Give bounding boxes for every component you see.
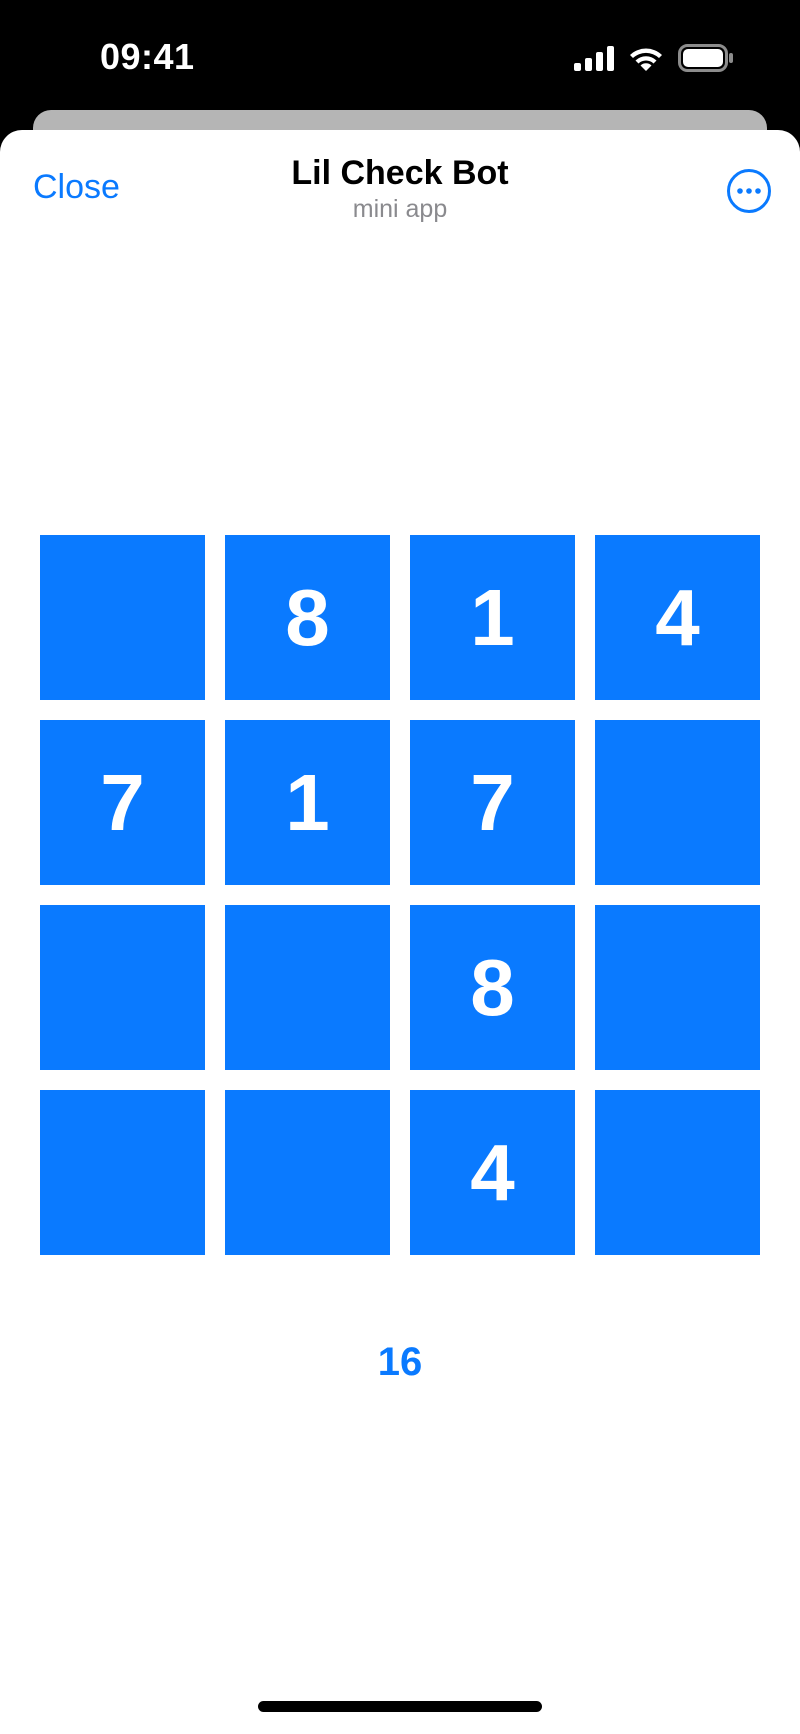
grid-tile[interactable]: 4	[410, 1090, 575, 1255]
grid-tile[interactable]: 8	[225, 535, 390, 700]
home-indicator	[258, 1701, 542, 1712]
wifi-icon	[630, 48, 662, 71]
grid-tile[interactable]: 7	[40, 720, 205, 885]
grid-tile[interactable]	[595, 720, 760, 885]
grid-tile[interactable]: 1	[410, 535, 575, 700]
grid-tile[interactable]: 8	[410, 905, 575, 1070]
phone-screen: 09:41 Close Lil Check Bot mini app 8 1 4…	[0, 0, 800, 1734]
status-time: 09:41	[100, 36, 195, 77]
app-subtitle: mini app	[352, 195, 448, 223]
app-title: Lil Check Bot	[291, 154, 509, 192]
grid-tile[interactable]	[225, 905, 390, 1070]
grid-tile[interactable]	[40, 905, 205, 1070]
grid-tile[interactable]	[40, 535, 205, 700]
grid-tile[interactable]	[595, 905, 760, 1070]
mini-app-sheet: Close Lil Check Bot mini app 81471784 16	[0, 130, 800, 1734]
score-value: 16	[377, 1340, 423, 1384]
cellular-signal-icon	[574, 46, 614, 71]
grid-tile[interactable]	[40, 1090, 205, 1255]
more-options-button[interactable]	[726, 168, 772, 214]
status-icons	[574, 44, 734, 72]
header-title-block: Lil Check Bot mini app	[0, 152, 800, 224]
grid-tile[interactable]: 1	[225, 720, 390, 885]
grid-tile[interactable]: 4	[595, 535, 760, 700]
close-button[interactable]: Close	[33, 168, 120, 207]
grid-tile[interactable]: 7	[410, 720, 575, 885]
battery-icon	[678, 44, 733, 72]
status-bar: 09:41	[0, 0, 800, 112]
tile-grid: 81471784	[40, 535, 760, 1255]
grid-tile[interactable]	[225, 1090, 390, 1255]
grid-tile[interactable]	[595, 1090, 760, 1255]
